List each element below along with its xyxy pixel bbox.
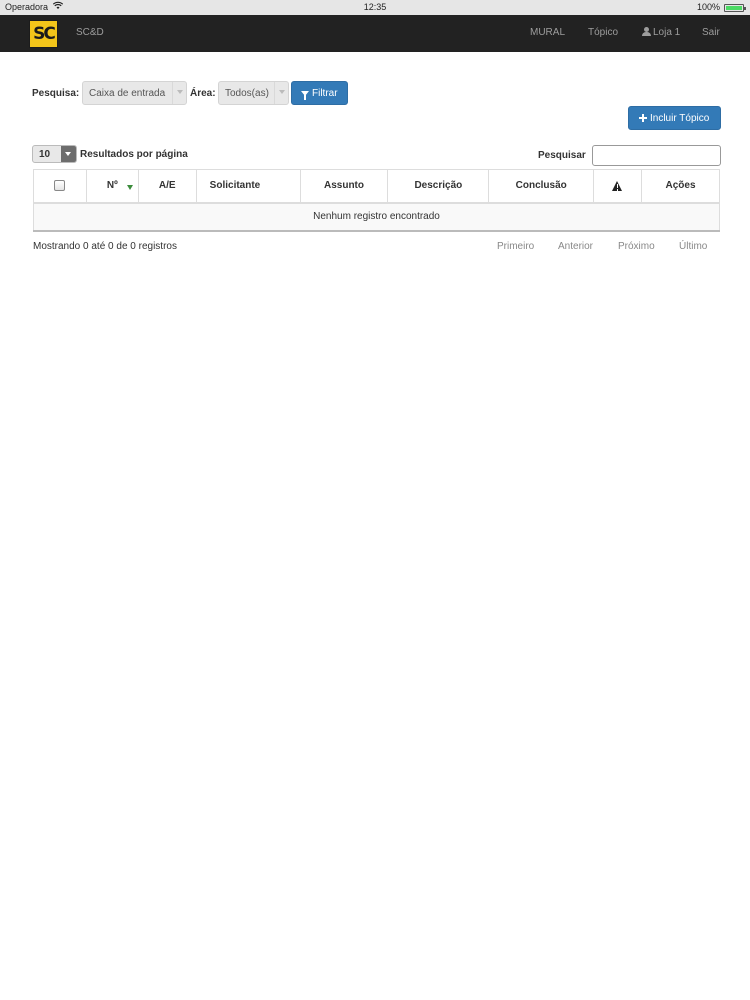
nav-mural[interactable]: MURAL <box>530 27 565 38</box>
area-select[interactable]: Todos(as) <box>218 81 289 105</box>
table-row: Nenhum registro encontrado <box>33 202 720 232</box>
nav-user[interactable]: Loja 1 <box>642 27 680 38</box>
per-page-label: Resultados por página <box>80 149 188 160</box>
search-scope-select[interactable]: Caixa de entrada <box>82 81 187 105</box>
nav-user-label: Loja 1 <box>653 27 681 38</box>
nav-exit[interactable]: Sair <box>702 27 720 38</box>
header-descricao[interactable]: Descrição <box>387 169 489 204</box>
chevron-down-icon <box>61 146 76 162</box>
header-num-label: Nº <box>106 180 118 192</box>
search-filter-label: Pesquisa: <box>32 88 80 99</box>
area-filter-label: Área: <box>190 88 216 99</box>
search-scope-value: Caixa de entrada <box>89 88 166 99</box>
nav-topico[interactable]: Tópico <box>588 27 618 38</box>
per-page-select[interactable]: 10 <box>32 145 77 163</box>
chevron-down-icon <box>172 82 186 104</box>
battery-percent: 100% <box>696 2 720 12</box>
user-icon <box>642 27 651 36</box>
table-header-row: Nº A/E Solicitante Assunto Descrição Con… <box>33 169 720 204</box>
filter-button[interactable]: Filtrar <box>291 81 348 105</box>
status-bar: Operadora 12:35 100% <box>0 0 750 15</box>
filter-icon <box>301 90 309 100</box>
pager-last[interactable]: Último <box>679 241 707 252</box>
header-conclusao[interactable]: Conclusão <box>488 169 594 204</box>
sort-desc-icon <box>126 185 133 190</box>
header-solicitante[interactable]: Solicitante <box>195 169 301 204</box>
filter-button-label: Filtrar <box>312 87 338 99</box>
header-ae[interactable]: A/E <box>137 169 197 204</box>
header-select-all <box>33 169 87 204</box>
table-info: Mostrando 0 até 0 de 0 registros <box>33 241 177 252</box>
pager-prev[interactable]: Anterior <box>558 241 593 252</box>
chevron-down-icon <box>274 82 288 104</box>
add-topic-label: Incluir Tópico <box>650 112 710 124</box>
per-page-value: 10 <box>39 149 51 160</box>
select-all-checkbox[interactable] <box>54 180 66 192</box>
pager-next[interactable]: Próximo <box>618 241 655 252</box>
pager-first[interactable]: Primeiro <box>497 241 534 252</box>
header-assunto[interactable]: Assunto <box>299 169 388 204</box>
add-topic-button[interactable]: Incluir Tópico <box>628 106 721 130</box>
clock: 12:35 <box>363 2 387 12</box>
header-alert[interactable] <box>593 169 642 204</box>
table-search-label: Pesquisar <box>538 150 586 161</box>
warning-icon <box>612 180 623 191</box>
plus-icon <box>639 114 647 122</box>
empty-message: Nenhum registro encontrado <box>33 202 720 232</box>
area-value: Todos(as) <box>225 88 269 99</box>
header-num[interactable]: Nº <box>85 169 139 204</box>
brand-link[interactable]: SC&D <box>76 27 104 38</box>
table-search-input[interactable] <box>592 145 721 166</box>
topics-table: Nº A/E Solicitante Assunto Descrição Con… <box>33 169 720 232</box>
logo[interactable]: SC <box>29 20 58 48</box>
battery-icon <box>724 4 746 12</box>
navbar: SC SC&D MURAL Tópico Loja 1 Sair <box>0 15 750 52</box>
header-acoes: Ações <box>641 169 720 204</box>
